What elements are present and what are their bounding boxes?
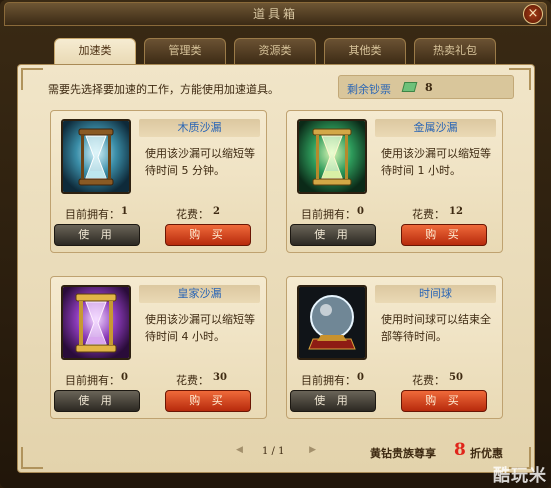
- tab-management[interactable]: 管理类: [144, 38, 226, 64]
- owned-count: 1: [121, 206, 128, 217]
- cost-label: 花费：: [412, 374, 445, 387]
- item-card-time-orb: 时间球 使用时间球可以结束全部等待时间。 目前拥有： 0 花费： 50 使 用 …: [286, 276, 503, 419]
- buy-button[interactable]: 购 买: [401, 224, 487, 246]
- buy-button[interactable]: 购 买: [165, 224, 251, 246]
- cost-value: 50: [449, 372, 463, 383]
- next-page-button[interactable]: ▶: [309, 445, 316, 455]
- royal-hourglass-icon: [61, 285, 131, 360]
- banknotes-display: 剩余钞票 8: [338, 75, 514, 99]
- item-name: 木质沙漏: [139, 119, 260, 137]
- tab-others[interactable]: 其他类: [324, 38, 406, 64]
- cost-value: 2: [213, 206, 220, 217]
- tab-speedup[interactable]: 加速类: [54, 38, 136, 66]
- item-name: 金属沙漏: [375, 119, 496, 137]
- use-button[interactable]: 使 用: [54, 390, 140, 412]
- owned-count: 0: [121, 372, 128, 383]
- banknotes-label: 剩余钞票: [347, 83, 391, 96]
- item-card-metal-hourglass: 金属沙漏 使用该沙漏可以缩短等待时间 1 小时。 目前拥有： 0 花费： 12 …: [286, 110, 503, 253]
- cost-label: 花费：: [412, 208, 445, 221]
- item-description: 使用该沙漏可以缩短等待时间 1 小时。: [381, 147, 491, 177]
- item-card-wooden-hourglass: 木质沙漏 使用该沙漏可以缩短等待时间 5 分钟。 目前拥有： 1 花费： 2 使…: [50, 110, 267, 253]
- promo-prefix: 黄钻贵族尊享: [370, 447, 436, 460]
- buy-button[interactable]: 购 买: [401, 390, 487, 412]
- banknote-icon: [401, 82, 418, 92]
- use-button[interactable]: 使 用: [54, 224, 140, 246]
- owned-count: 0: [357, 372, 364, 383]
- item-box-window: 道具箱 × 加速类 管理类 资源类 其他类 热卖礼包 需要先选择要加速的工作，方…: [0, 0, 551, 488]
- item-description: 使用时间球可以结束全部等待时间。: [381, 313, 491, 343]
- owned-label: 目前拥有：: [65, 208, 120, 221]
- promo-discount-number: 8: [454, 440, 466, 460]
- use-button[interactable]: 使 用: [290, 390, 376, 412]
- metal-hourglass-icon: [297, 119, 367, 194]
- wooden-hourglass-icon: [61, 119, 131, 194]
- item-description: 使用该沙漏可以缩短等待时间 4 小时。: [145, 313, 255, 343]
- promo-suffix: 折优惠: [470, 447, 503, 460]
- cost-label: 花费：: [176, 208, 209, 221]
- banknotes-value: 8: [425, 81, 433, 94]
- owned-label: 目前拥有：: [301, 208, 356, 221]
- item-description: 使用该沙漏可以缩短等待时间 5 分钟。: [145, 147, 255, 177]
- content-panel: 需要先选择要加速的工作，方能使用加速道具。 剩余钞票 8 木质沙漏 使用该沙漏可…: [17, 64, 535, 473]
- prev-page-button[interactable]: ◀: [236, 445, 243, 455]
- close-button[interactable]: ×: [523, 4, 543, 24]
- buy-button[interactable]: 购 买: [165, 390, 251, 412]
- cost-value: 30: [213, 372, 227, 383]
- watermark: 酷玩米: [493, 466, 547, 486]
- cost-label: 花费：: [176, 374, 209, 387]
- cost-value: 12: [449, 206, 463, 217]
- corner-ornament: [21, 68, 43, 90]
- window-title: 道具箱: [252, 7, 298, 21]
- item-name: 皇家沙漏: [139, 285, 260, 303]
- item-card-royal-hourglass: 皇家沙漏 使用该沙漏可以缩短等待时间 4 小时。 目前拥有： 0 花费： 30 …: [50, 276, 267, 419]
- corner-ornament: [21, 447, 43, 469]
- tab-hot-packs[interactable]: 热卖礼包: [414, 38, 496, 64]
- owned-label: 目前拥有：: [65, 374, 120, 387]
- time-orb-icon: [297, 285, 367, 360]
- page-indicator: 1 / 1: [262, 446, 285, 457]
- pagination: ◀ 1 / 1 ▶: [236, 445, 316, 461]
- use-button[interactable]: 使 用: [290, 224, 376, 246]
- owned-count: 0: [357, 206, 364, 217]
- tab-resources[interactable]: 资源类: [234, 38, 316, 64]
- hint-text: 需要先选择要加速的工作，方能使用加速道具。: [48, 83, 279, 96]
- item-name: 时间球: [375, 285, 496, 303]
- title-bar: 道具箱 ×: [4, 2, 547, 26]
- owned-label: 目前拥有：: [301, 374, 356, 387]
